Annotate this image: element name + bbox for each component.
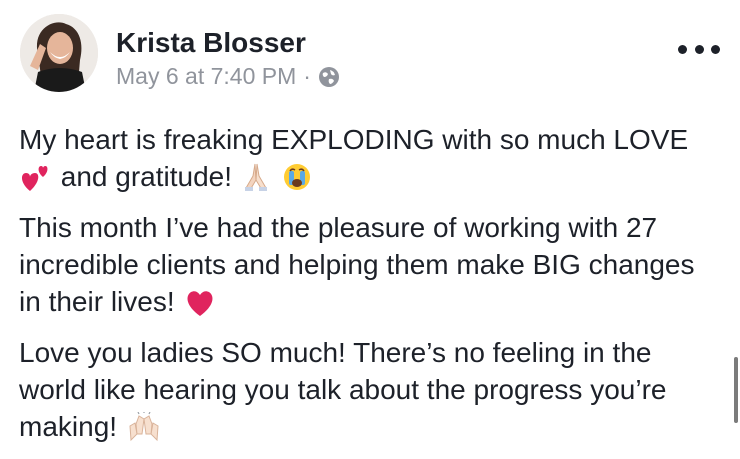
author-name[interactable]: Krista Blosser — [116, 27, 306, 59]
scrollbar[interactable] — [734, 357, 738, 423]
paragraph-text: Love you ladies SO much! There’s no feel… — [19, 337, 667, 442]
paragraph-text: This month I’ve had the pleasure of work… — [19, 212, 695, 317]
profile-avatar[interactable] — [20, 14, 98, 92]
meta-separator: · — [303, 63, 311, 89]
avatar-photo — [20, 14, 98, 92]
post-body: My heart is freaking EXPLODING with so m… — [19, 121, 724, 459]
more-options-icon[interactable] — [678, 42, 720, 56]
crying-face-emoji — [282, 162, 312, 201]
menu-dot — [711, 44, 720, 54]
post-timestamp[interactable]: May 6 at 7:40 PM — [116, 63, 296, 90]
paragraph-text: and gratitude! — [60, 161, 233, 192]
raising-hands-emoji — [127, 411, 161, 451]
post-paragraph: My heart is freaking EXPLODING with so m… — [19, 121, 724, 201]
menu-dot — [694, 44, 704, 54]
post-paragraph: Love you ladies SO much! There’s no feel… — [19, 334, 724, 451]
red-heart-emoji — [184, 289, 216, 326]
praying-hands-emoji — [242, 162, 270, 201]
post-meta: May 6 at 7:40 PM · — [116, 63, 340, 90]
two-hearts-emoji — [21, 164, 51, 201]
paragraph-text: My heart is freaking EXPLODING with so m… — [19, 124, 689, 155]
menu-dot — [678, 44, 687, 54]
post-paragraph: This month I’ve had the pleasure of work… — [19, 209, 724, 326]
globe-icon[interactable] — [318, 66, 340, 88]
